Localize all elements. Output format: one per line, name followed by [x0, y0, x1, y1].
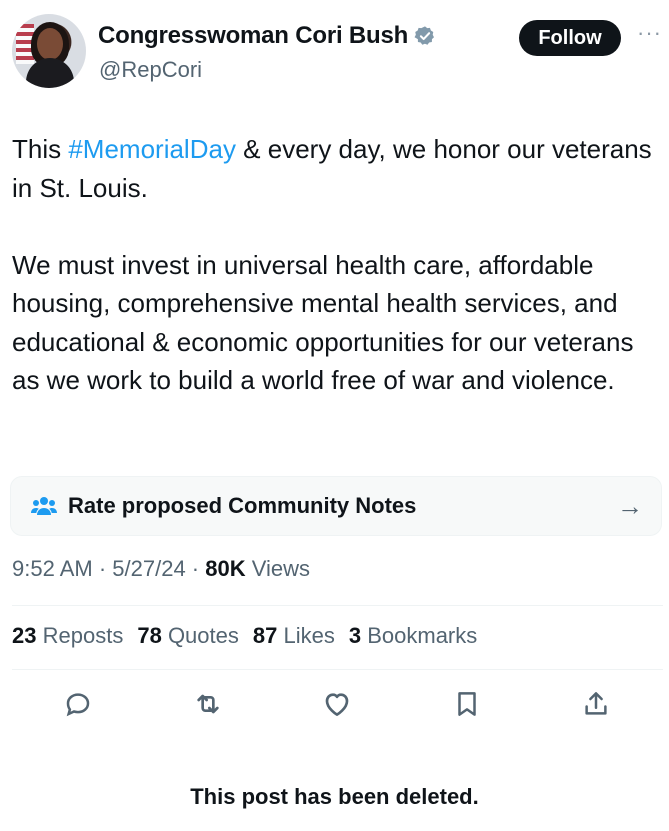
reposts-count: 23: [12, 623, 37, 648]
tweet-text-segment: This: [12, 134, 69, 164]
reposts-label: Reposts: [42, 623, 124, 648]
avatar-face: [37, 28, 63, 60]
arrow-right-icon: →: [617, 491, 643, 521]
community-notes-label: Rate proposed Community Notes: [68, 493, 417, 518]
tweet-header: Congresswoman Cori Bush @RepCori Follow …: [12, 14, 662, 94]
share-icon[interactable]: [576, 684, 616, 724]
community-notes-banner[interactable]: Rate proposed Community Notes →: [10, 476, 662, 536]
quotes-label: Quotes: [167, 623, 239, 648]
meta-separator: ·: [185, 556, 206, 581]
tweet-meta: 9:52 AM · 5/27/24 · 80K Views: [12, 556, 310, 582]
quotes-stat[interactable]: 78 Quotes: [137, 623, 239, 649]
likes-stat[interactable]: 87 Likes: [253, 623, 335, 649]
likes-count: 87: [252, 623, 278, 648]
quotes-count: 78: [137, 623, 162, 648]
bookmarks-label: Bookmarks: [367, 623, 478, 648]
divider: [12, 669, 663, 670]
meta-separator: ·: [92, 556, 113, 581]
bookmarks-count: 3: [348, 623, 362, 648]
tweet-text: This #MemorialDay & every day, we honor …: [12, 130, 660, 400]
views-count: 80K: [205, 556, 246, 581]
people-group-icon: [31, 497, 57, 515]
tweet-time[interactable]: 9:52 AM: [12, 556, 93, 581]
verified-badge-icon[interactable]: [414, 25, 436, 47]
more-options-icon[interactable]: ···: [637, 20, 662, 46]
author-handle[interactable]: @RepCori: [99, 57, 202, 83]
engagement-stats: 23 Reposts 78 Quotes 87 Likes 3 Bookmark…: [12, 623, 477, 649]
follow-button[interactable]: Follow: [519, 20, 621, 56]
author-name[interactable]: Congresswoman Cori Bush: [98, 22, 408, 50]
tweet-date[interactable]: 5/27/24: [112, 556, 185, 581]
views-label: Views: [245, 556, 311, 581]
avatar[interactable]: [12, 14, 86, 88]
tweet-paragraph-1: This #MemorialDay & every day, we honor …: [12, 130, 660, 207]
author-name-row: Congresswoman Cori Bush: [98, 22, 436, 50]
bookmarks-stat[interactable]: 3 Bookmarks: [349, 623, 477, 649]
divider: [12, 605, 663, 606]
deleted-notice: This post has been deleted.: [190, 784, 479, 809]
action-bar: [12, 684, 663, 728]
like-icon[interactable]: [317, 684, 357, 724]
tweet-paragraph-2: We must invest in universal health care,…: [12, 249, 634, 396]
reposts-stat[interactable]: 23 Reposts: [12, 623, 123, 649]
hashtag-link[interactable]: #MemorialDay: [68, 134, 236, 164]
bookmark-icon[interactable]: [447, 684, 487, 724]
repost-icon[interactable]: [188, 684, 228, 724]
likes-label: Likes: [283, 623, 335, 648]
reply-icon[interactable]: [58, 684, 98, 724]
